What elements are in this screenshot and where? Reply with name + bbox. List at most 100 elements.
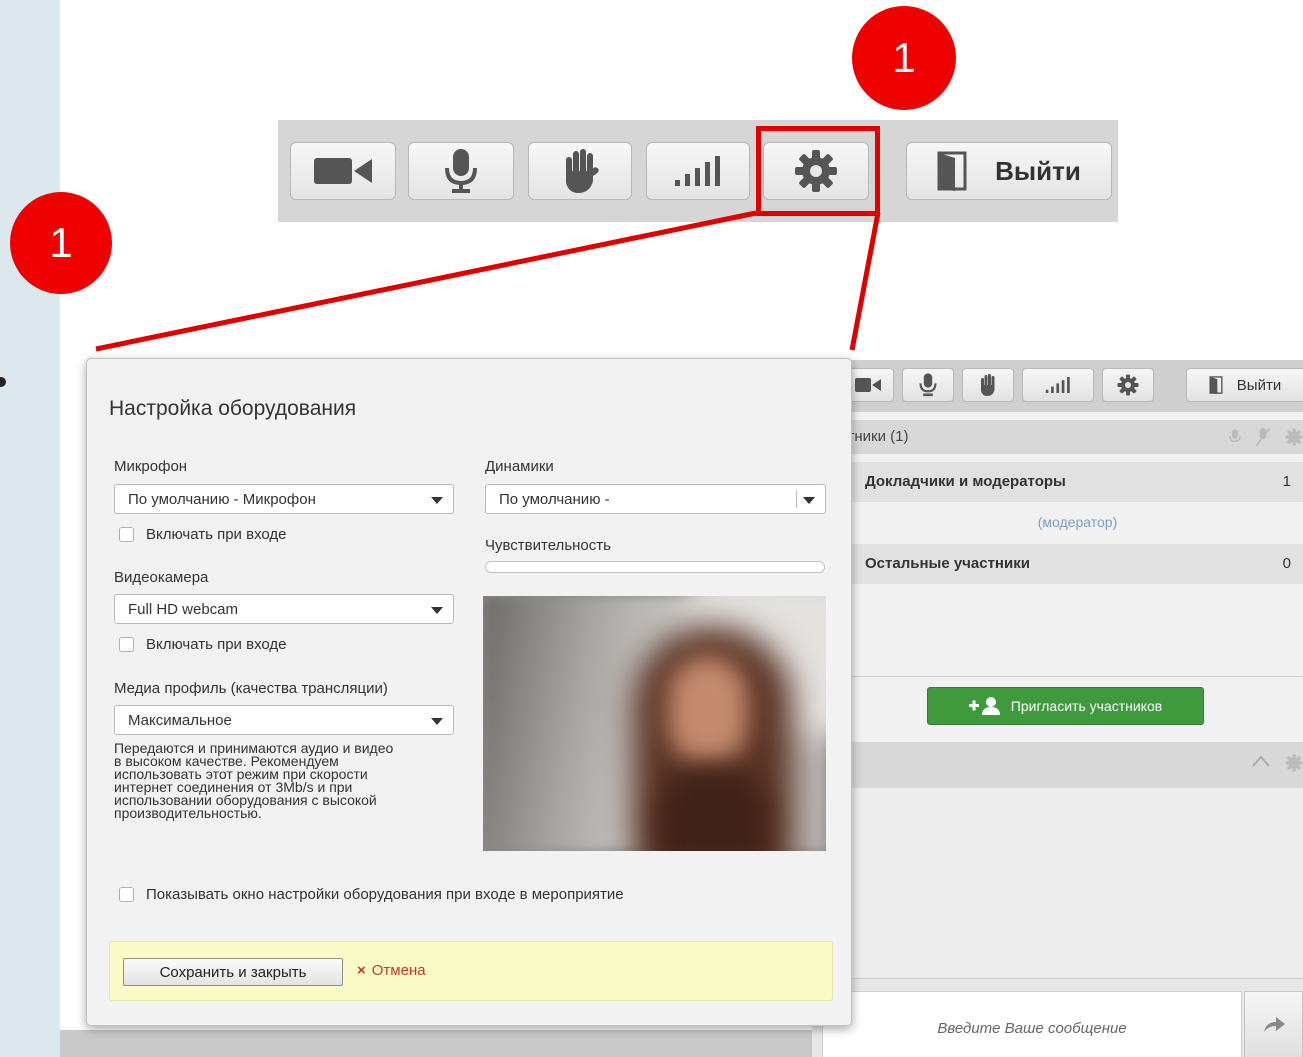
small-exit-button[interactable]: Выйти <box>1186 368 1303 402</box>
callout-line-left <box>95 210 757 352</box>
left-strip <box>0 0 60 1057</box>
gear-icon <box>1117 374 1139 396</box>
cancel-label: Отмена <box>371 962 426 979</box>
invite-participants-button[interactable]: Пригласить участников <box>927 687 1204 725</box>
chevron-down-icon <box>431 718 443 725</box>
media-profile-label: Медиа профиль (качества трансляции) <box>114 680 388 697</box>
equipment-settings-dialog: Настройка оборудования Микрофон По умолч… <box>86 358 852 1026</box>
exit-button[interactable]: Выйти <box>906 142 1112 200</box>
chevron-down-icon <box>431 497 443 504</box>
microphone-select[interactable]: По умолчанию - Микрофон <box>114 484 454 514</box>
small-exit-label: Выйти <box>1236 376 1282 394</box>
chat-messages-area <box>812 788 1303 978</box>
exit-label: Выйти <box>995 155 1081 186</box>
chat-input-area: Введите Ваше сообщение <box>812 978 1303 1057</box>
app-side-panel: Выйти стники (1) Докладчики и модераторы… <box>812 360 1303 1057</box>
microphone-icon[interactable] <box>1229 428 1241 446</box>
select-divider <box>796 490 797 508</box>
arrow-right-icon <box>1263 1016 1285 1032</box>
chevron-down-icon <box>431 607 443 614</box>
screenshot-stage: Выйти Выйти стники (1) Докладчики и моде… <box>0 0 1303 1057</box>
sensitivity-label: Чувствительность <box>485 537 611 554</box>
small-settings-button[interactable] <box>1102 368 1154 402</box>
step-badge-top: 1 <box>852 6 956 110</box>
background-bottom-strip <box>60 1030 812 1057</box>
speakers-select[interactable]: По умолчанию - <box>485 484 826 514</box>
moderator-row[interactable]: (модератор) <box>812 502 1303 542</box>
microphone-enable-checkbox[interactable] <box>119 527 134 542</box>
camera-enable-checkbox[interactable] <box>119 637 134 652</box>
speakers-value: По умолчанию - <box>499 491 610 508</box>
callout-line-right <box>849 212 881 351</box>
panel-divider <box>812 676 1303 677</box>
speakers-label: Динамики <box>485 458 554 475</box>
gear-icon[interactable] <box>1285 428 1303 446</box>
microphone-enable-row[interactable]: Включать при входе <box>119 526 287 543</box>
raise-hand-icon <box>981 374 995 396</box>
connection-quality-button[interactable] <box>646 142 750 200</box>
moderator-label: (модератор) <box>1037 514 1118 530</box>
gear-icon[interactable] <box>1285 754 1303 772</box>
group-count: 0 <box>1282 555 1291 572</box>
small-connection-button[interactable] <box>1022 368 1094 402</box>
add-user-icon <box>968 697 1000 715</box>
media-profile-description: Передаются и принимаются аудио и видео в… <box>114 741 459 821</box>
zoomed-toolbar: Выйти <box>278 120 1118 222</box>
dialog-title: Настройка оборудования <box>109 397 357 420</box>
participants-header: стники (1) <box>812 420 1303 454</box>
cancel-link[interactable]: × Отмена <box>357 962 426 979</box>
show-on-entry-checkbox[interactable] <box>119 887 134 902</box>
send-message-button[interactable] <box>1244 991 1303 1057</box>
camera-value: Full HD webcam <box>128 601 239 618</box>
media-profile-select[interactable]: Максимальное <box>114 705 454 735</box>
mute-all-icon[interactable] <box>1255 428 1271 446</box>
raise-hand-icon <box>566 149 599 193</box>
step-badge-left: 1 <box>10 192 112 294</box>
chat-placeholder: Введите Ваше сообщение <box>937 1020 1127 1037</box>
settings-highlight-box <box>756 126 880 216</box>
show-on-entry-label: Показывать окно настройки оборудования п… <box>146 886 624 903</box>
group-label: Остальные участники <box>865 555 1030 572</box>
group-row-presenters[interactable]: Докладчики и модераторы 1 <box>812 462 1303 502</box>
save-and-close-button[interactable]: Сохранить и закрыть <box>123 958 343 986</box>
invite-label: Пригласить участников <box>1010 698 1163 714</box>
close-icon: × <box>357 962 366 979</box>
chat-message-input[interactable]: Введите Ваше сообщение <box>822 991 1242 1057</box>
door-icon <box>1209 376 1223 394</box>
door-icon <box>937 151 967 191</box>
small-microphone-button[interactable] <box>902 368 954 402</box>
chevron-down-icon <box>803 497 815 504</box>
chevron-up-icon[interactable] <box>1251 754 1271 768</box>
camera-label: Видеокамера <box>114 569 209 586</box>
group-count: 1 <box>1282 473 1291 490</box>
small-raise-hand-button[interactable] <box>962 368 1014 402</box>
media-profile-value: Максимальное <box>128 712 232 729</box>
signal-bars-icon <box>675 156 720 186</box>
participants-header-icons <box>1229 428 1303 446</box>
microphone-enable-label: Включать при входе <box>146 526 287 543</box>
camera-select[interactable]: Full HD webcam <box>114 594 454 624</box>
signal-bars-icon <box>1045 377 1070 393</box>
group-row-others[interactable]: Остальные участники 0 <box>812 544 1303 584</box>
app-toolbar: Выйти <box>812 360 1303 412</box>
camera-enable-label: Включать при входе <box>146 636 287 653</box>
show-on-entry-row[interactable]: Показывать окно настройки оборудования п… <box>119 886 624 903</box>
microphone-button[interactable] <box>408 142 514 200</box>
dialog-footer: Сохранить и закрыть × Отмена <box>109 941 833 1001</box>
microphone-label: Микрофон <box>114 458 188 475</box>
camera-enable-row[interactable]: Включать при входе <box>119 636 287 653</box>
camera-icon <box>314 158 372 184</box>
chat-header: т <box>812 742 1303 788</box>
camera-icon <box>855 378 881 392</box>
camera-preview <box>483 596 826 851</box>
raise-hand-button[interactable] <box>528 142 632 200</box>
sensitivity-meter <box>485 561 825 573</box>
group-label: Докладчики и модераторы <box>865 473 1066 490</box>
microphone-icon <box>919 373 937 397</box>
chat-header-icons <box>1251 754 1303 772</box>
microphone-value: По умолчанию - Микрофон <box>128 491 316 508</box>
camera-button[interactable] <box>290 142 396 200</box>
save-label: Сохранить и закрыть <box>159 963 307 981</box>
microphone-icon <box>445 149 477 193</box>
description-line: производительностью. <box>114 805 262 821</box>
